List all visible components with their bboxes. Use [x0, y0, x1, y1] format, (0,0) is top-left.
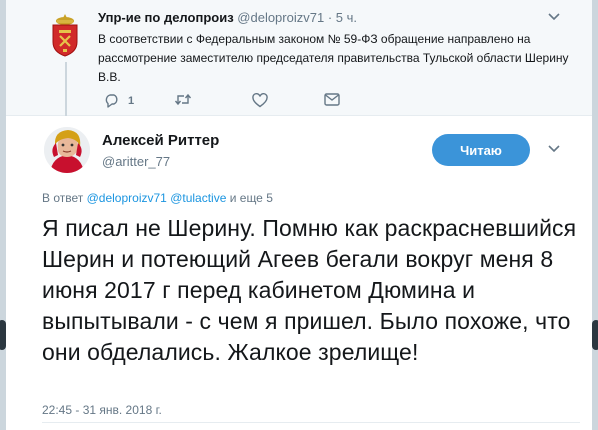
- reply-to-prefix: В ответ: [42, 191, 84, 205]
- reply-button[interactable]: 1: [104, 93, 134, 108]
- parent-tweet-actions: 1: [98, 93, 358, 111]
- separator-dot: ·: [327, 10, 333, 25]
- edge-shadow: [592, 320, 598, 350]
- retweet-button[interactable]: [174, 93, 192, 106]
- parent-tweet[interactable]: Упр-ие по делопроиз @deloproizv71 · 5 ч.…: [6, 0, 592, 116]
- heart-icon: [252, 93, 268, 108]
- mention-link[interactable]: @tulactive: [170, 191, 226, 205]
- following-button[interactable]: Читаю: [432, 134, 530, 166]
- replying-to-context: В ответ @deloproizv71 @tulactive и еще 5: [42, 191, 273, 205]
- author-name[interactable]: Алексей Риттер: [102, 132, 219, 149]
- direct-message-button[interactable]: [324, 93, 340, 106]
- chevron-down-icon[interactable]: [548, 10, 560, 24]
- tweet-timestamp[interactable]: 22:45 - 31 янв. 2018 г.: [42, 403, 162, 417]
- reply-to-suffix[interactable]: и еще 5: [230, 191, 273, 205]
- mention-link[interactable]: @deloproizv71: [87, 191, 167, 205]
- envelope-icon: [324, 93, 340, 106]
- parent-tweet-text: В соответствии с Федеральным законом № 5…: [98, 32, 569, 84]
- parent-author-name[interactable]: Упр-ие по делопроиз: [98, 10, 234, 25]
- parent-author-handle[interactable]: @deloproizv71: [237, 10, 324, 25]
- tula-coat-of-arms-icon[interactable]: [46, 10, 84, 60]
- reply-icon: [104, 93, 120, 108]
- parent-tweet-header: Упр-ие по делопроиз @deloproizv71 · 5 ч.: [98, 10, 357, 25]
- conversation-thread-line: [65, 62, 67, 116]
- chevron-down-icon[interactable]: [548, 142, 560, 156]
- tweet-permalink-card: Упр-ие по делопроиз @deloproizv71 · 5 ч.…: [6, 0, 592, 430]
- page-edge-right: [592, 0, 598, 430]
- parent-timestamp[interactable]: 5 ч.: [336, 10, 357, 25]
- reply-count: 1: [128, 94, 135, 107]
- tweet-text: Я писал не Шерину. Помню как раскрасневш…: [42, 215, 577, 365]
- like-button[interactable]: [252, 93, 268, 108]
- retweet-icon: [174, 93, 192, 106]
- author-handle[interactable]: @aritter_77: [102, 154, 170, 169]
- avatar[interactable]: [44, 127, 90, 173]
- divider: [42, 422, 580, 423]
